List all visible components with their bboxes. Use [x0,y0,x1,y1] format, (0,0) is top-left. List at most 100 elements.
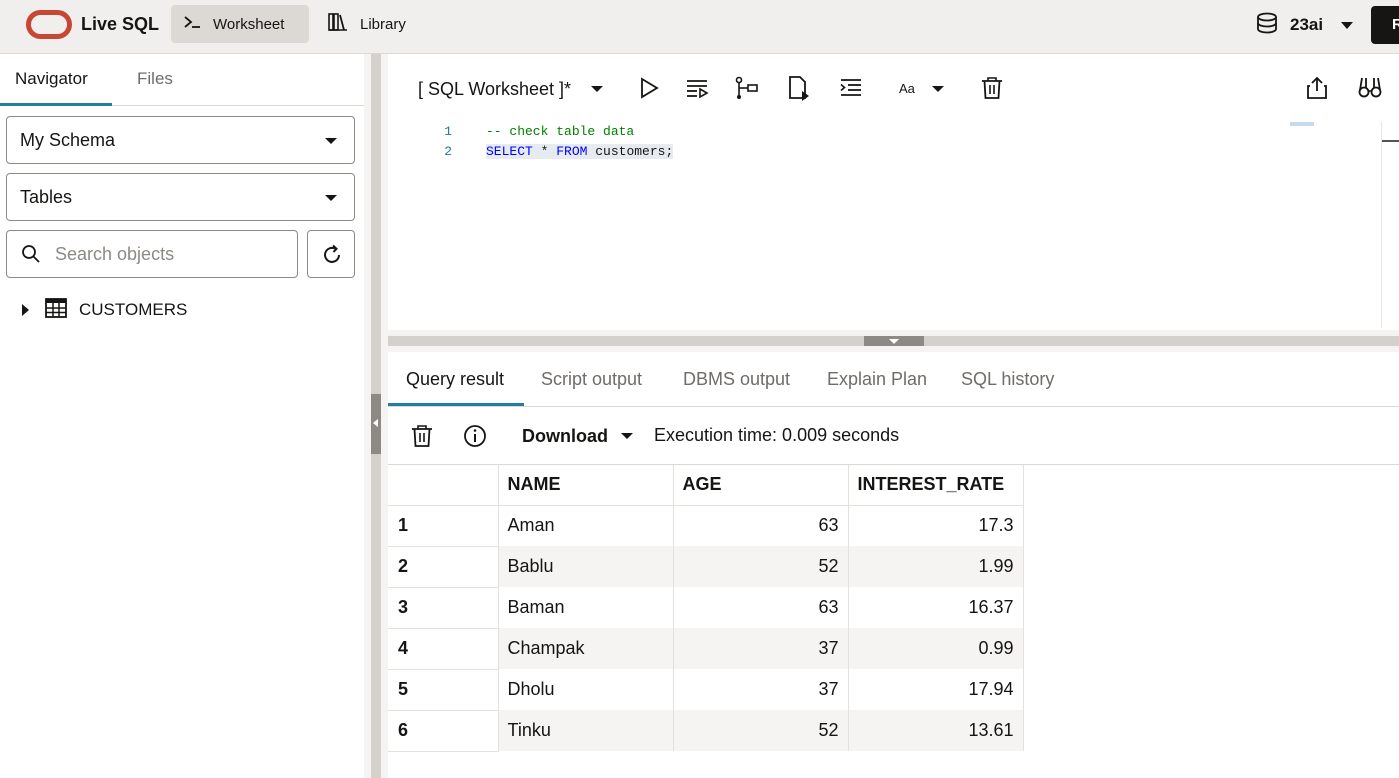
chevron-down-icon[interactable] [621,433,633,439]
schema-select-value: My Schema [20,130,116,150]
trash-icon[interactable] [980,76,1006,102]
code-keyword: SELECT [486,144,533,159]
cell-age[interactable]: 37 [673,628,849,669]
result-toolbar: Download Execution time: 0.009 seconds [388,407,1399,465]
database-selector[interactable]: 23ai [1256,10,1354,40]
cell-interest-rate[interactable]: 13.61 [848,710,1024,751]
nav-library-button[interactable]: Library [318,5,428,43]
chevron-down-icon [325,138,337,144]
terminal-icon [183,14,201,34]
nav-worksheet-button[interactable]: Worksheet [171,5,309,43]
cell-interest-rate[interactable]: 17.3 [848,505,1024,546]
splitter-handle[interactable] [371,394,381,454]
refresh-button[interactable] [307,230,355,278]
tab-explain-plan[interactable]: Explain Plan [827,369,927,390]
tab-dbms-output[interactable]: DBMS output [683,369,790,390]
execution-time: Execution time: 0.009 seconds [654,425,900,445]
table-row[interactable]: 4 Champak 37 0.99 [388,628,1024,670]
cell-interest-rate[interactable]: 1.99 [848,546,1024,587]
tab-files[interactable]: Files [137,69,173,89]
vertical-splitter[interactable] [364,54,388,778]
run-script-icon[interactable] [685,76,711,102]
cell-name[interactable]: Baman [498,587,674,628]
cell-name[interactable]: Dholu [498,669,674,710]
result-grid: NAME AGE INTEREST_RATE 1 Aman 63 17.3 2 … [388,465,1024,752]
explain-plan-icon[interactable] [735,76,761,102]
tab-navigator[interactable]: Navigator [15,69,88,89]
cell-interest-rate[interactable]: 17.94 [848,669,1024,710]
code-editor[interactable]: 1 2 -- check table data SELECT * FROM cu… [388,122,1399,330]
chevron-down-icon[interactable] [932,86,944,92]
cell-age[interactable]: 63 [673,587,849,628]
search-objects-input[interactable]: Search objects [6,230,298,278]
tab-sql-history[interactable]: SQL history [961,369,1054,390]
cell-age[interactable]: 63 [673,505,849,546]
run-button[interactable]: R [1371,6,1399,44]
worksheet-title[interactable]: [ SQL Worksheet ]* [418,79,571,100]
horizontal-splitter[interactable] [388,330,1399,352]
run-statement-icon[interactable] [637,76,663,102]
code-keyword: FROM [556,144,588,159]
table-row[interactable]: 2 Bablu 52 1.99 [388,546,1024,588]
code-line-select[interactable]: SELECT * FROM customers; [486,144,674,159]
app-brand[interactable]: Live SQL [81,14,159,35]
splitter-handle[interactable] [864,336,924,346]
table-row[interactable]: 6 Tinku 52 13.61 [388,710,1024,752]
navigator-panel: Navigator Files My Schema Tables Search … [0,54,364,778]
column-header-interest-rate[interactable]: INTEREST_RATE [848,465,1024,506]
object-type-select-value: Tables [20,187,73,207]
cell-name[interactable]: Tinku [498,710,674,751]
active-tab-indicator [0,103,112,106]
line-number: 2 [444,144,452,159]
tree-item-label: CUSTOMERS [79,300,188,319]
nav-library-label: Library [360,15,406,33]
top-bar: Live SQL Worksheet Library 23ai R [0,0,1399,54]
cell-age[interactable]: 52 [673,546,849,587]
header-row: NAME AGE INTEREST_RATE [388,465,1024,506]
editor-scrollbar[interactable] [1381,122,1399,328]
oracle-logo-icon[interactable] [26,10,72,39]
trash-icon[interactable] [410,424,434,453]
tab-script-output[interactable]: Script output [541,369,642,390]
cell-name[interactable]: Champak [498,628,674,669]
chevron-left-icon [373,419,378,427]
cell-age[interactable]: 37 [673,669,849,710]
line-number: 1 [444,124,452,139]
cell-name[interactable]: Aman [498,505,674,546]
object-type-select[interactable]: Tables [6,173,355,221]
cell-name[interactable]: Bablu [498,546,674,587]
minimap-marker [1290,122,1314,126]
database-version: 23ai [1290,15,1324,34]
column-header-age[interactable]: AGE [673,465,849,506]
table-row[interactable]: 3 Baman 63 16.37 [388,587,1024,629]
row-number: 3 [388,587,499,629]
chevron-right-icon[interactable] [22,304,29,316]
active-tab-indicator [388,403,524,406]
tab-query-result[interactable]: Query result [406,369,504,390]
table-row[interactable]: 1 Aman 63 17.3 [388,505,1024,547]
cell-interest-rate[interactable]: 16.37 [848,587,1024,628]
chevron-down-icon[interactable] [591,86,603,92]
scroll-marker [1382,140,1399,142]
code-line-comment[interactable]: -- check table data [486,124,634,139]
database-icon [1256,12,1278,39]
chevron-down-icon [889,339,899,344]
chevron-down-icon [1341,21,1354,29]
autotrace-icon[interactable] [787,76,813,102]
font-size-button[interactable]: Aa [899,81,915,96]
share-icon[interactable] [1305,76,1331,102]
schema-select[interactable]: My Schema [6,116,355,164]
refresh-icon [321,244,343,271]
find-replace-icon[interactable] [1358,76,1384,102]
format-code-icon[interactable] [839,76,865,102]
chevron-down-icon [325,195,337,201]
cell-interest-rate[interactable]: 0.99 [848,628,1024,669]
download-button[interactable]: Download [522,426,608,447]
cell-age[interactable]: 52 [673,710,849,751]
library-icon [328,13,348,35]
column-header-name[interactable]: NAME [498,465,674,506]
row-number-header [388,465,499,506]
table-row[interactable]: 5 Dholu 37 17.94 [388,669,1024,711]
info-icon[interactable] [463,424,487,453]
tree-item-customers[interactable]: CUSTOMERS [22,297,188,322]
